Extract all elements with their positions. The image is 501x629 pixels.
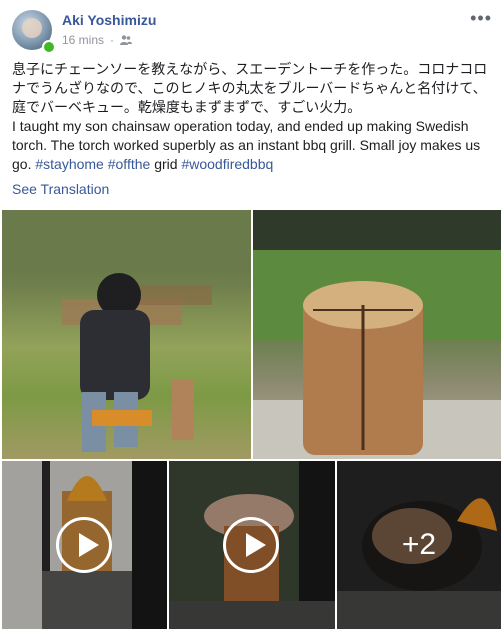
- hashtag-stayhome[interactable]: #stayhome: [35, 156, 103, 172]
- photo-boy-chainsaw[interactable]: [2, 210, 251, 459]
- post-time[interactable]: 16 mins: [62, 33, 104, 47]
- post-meta: 16 mins ·: [62, 33, 133, 47]
- online-status-icon: [42, 40, 56, 54]
- author-name[interactable]: Aki Yoshimizu: [62, 12, 156, 28]
- play-button-icon[interactable]: [223, 517, 279, 573]
- post-body: 息子にチェーンソーを教えながら、スエーデントーチを作った。コロナコロナでうんざり…: [12, 60, 492, 174]
- post-text-japanese: 息子にチェーンソーを教えながら、スエーデントーチを作った。コロナコロナでうんざり…: [12, 60, 492, 117]
- post-header: Aki Yoshimizu 16 mins · •••: [12, 8, 492, 54]
- video-torch-1[interactable]: [2, 461, 167, 629]
- post-text-english: I taught my son chainsaw operation today…: [12, 117, 492, 174]
- video-torch-2[interactable]: [169, 461, 335, 629]
- hashtag-woodfiredbbq[interactable]: #woodfiredbbq: [181, 156, 273, 172]
- hashtag-offthe[interactable]: #offthe: [108, 156, 151, 172]
- more-photos-count[interactable]: +2: [337, 461, 501, 629]
- photo-log[interactable]: [253, 210, 501, 459]
- meta-separator: ·: [110, 33, 115, 47]
- log-illustration: [253, 210, 501, 459]
- hashtag-grid-text: grid: [154, 156, 178, 172]
- see-translation-link[interactable]: See Translation: [12, 181, 109, 197]
- more-photos-tile[interactable]: +2: [337, 461, 501, 629]
- post-text-ja-line2: 庭でバーベキュー。乾燥度もまずまずで、すごい火力。: [12, 99, 362, 115]
- post-text-ja-line1: 息子にチェーンソーを教えながら、スエーデントーチを作った。コロナコロナでうんざり…: [12, 61, 488, 96]
- more-options-icon[interactable]: •••: [470, 8, 492, 29]
- boy-chainsaw-illustration: [2, 210, 251, 452]
- friends-icon[interactable]: [120, 34, 133, 46]
- play-button-icon[interactable]: [56, 517, 112, 573]
